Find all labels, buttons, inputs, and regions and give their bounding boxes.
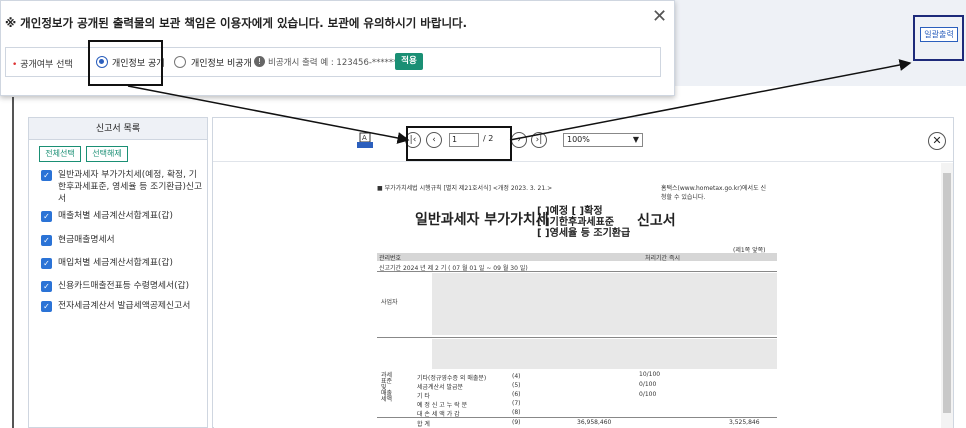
redacted-area (432, 339, 777, 369)
doc-line (377, 337, 777, 338)
document-area: ■ 부가가치세법 시행규칙 [별지 제21호서식] <개정 2023. 3. 2… (214, 163, 953, 428)
doc-total-no: (9) (512, 419, 521, 426)
doc-row-label: 기타(정규영수증 외 매출분) (417, 375, 487, 382)
doc-rate: 0/100 (639, 391, 657, 398)
doc-title-options: [ ]예정 [ ]확정 [ ]기한후과세표준 [ ]영세율 등 조기환급 (537, 206, 631, 239)
list-item[interactable]: ✓ 신용카드매출전표등 수령명세서(갑) (41, 280, 203, 292)
list-item-label: 매입처별 세금계산서합계표(갑) (58, 258, 173, 268)
print-icon[interactable]: A (356, 132, 374, 150)
svg-text:A: A (362, 134, 367, 142)
doc-title: 일반과세자 부가가치세 (415, 212, 549, 228)
list-item[interactable]: ✓ 현금매출명세서 (41, 234, 203, 246)
zoom-value: 100% (567, 135, 590, 144)
highlight-box-bulk-print (913, 15, 964, 61)
doc-business-label: 사업자 (381, 299, 398, 306)
highlight-box-page (406, 126, 512, 161)
report-list-title: 신고서 목록 (29, 118, 207, 140)
doc-line (377, 417, 777, 418)
redacted-area (432, 273, 777, 335)
viewer-toolbar: A |‹ ‹ 1 / 2 › ›| 100% ▼ ✕ (213, 118, 953, 162)
disclosure-label: • 공개여부 선택 (12, 57, 73, 70)
apply-button[interactable]: 적용 (395, 53, 423, 70)
document-viewer: A |‹ ‹ 1 / 2 › ›| 100% ▼ ✕ ■ 부가가치세법 시행규칙 … (212, 117, 954, 428)
checkbox-checked-icon[interactable]: ✓ (41, 281, 52, 292)
list-item-label: 일반과세자 부가가치세(예정, 확정, 기한후과세표준, 영세율 등 조기환급)… (58, 170, 203, 204)
doc-tax-label: 과세 표준 및 매출 세액 (381, 372, 393, 403)
list-item[interactable]: ✓ 일반과세자 부가가치세(예정, 확정, 기한후과세표준, 영세율 등 조기환급… (41, 169, 203, 205)
doc-row-no: (8) (512, 409, 521, 416)
list-item[interactable]: ✓ 매입처별 세금계산서합계표(갑) (41, 257, 203, 269)
required-mark: • (12, 60, 18, 70)
radio-private-label[interactable]: 개인정보 비공개 (191, 56, 252, 69)
checkbox-checked-icon[interactable]: ✓ (41, 258, 52, 269)
close-viewer-icon[interactable]: ✕ (928, 132, 946, 150)
doc-mgmt-no: 관리번호 (379, 255, 402, 262)
last-page-icon[interactable]: ›| (531, 132, 547, 148)
checkbox-checked-icon[interactable]: ✓ (41, 235, 52, 246)
highlight-box-radio (88, 40, 163, 86)
doc-total-label: 합 계 (417, 421, 430, 428)
scrollbar-thumb[interactable] (943, 173, 951, 413)
doc-row-label: 기 타 (417, 393, 430, 400)
doc-rate: 10/100 (639, 371, 661, 378)
list-item-label: 현금매출명세서 (58, 235, 115, 245)
left-edge-divider (12, 97, 14, 428)
doc-row-no: (5) (512, 382, 521, 389)
list-item[interactable]: ✓ 매출처별 세금계산서합계표(갑) (41, 210, 203, 222)
doc-row-label: 세금계산서 발급분 (417, 384, 464, 391)
checkbox-checked-icon[interactable]: ✓ (41, 301, 52, 312)
info-icon: ! (254, 56, 265, 67)
notice-title: ※ 개인정보가 공개된 출력물의 보관 책임은 이용자에게 있습니다. 보관에 … (5, 16, 467, 30)
document-page: ■ 부가가치세법 시행규칙 [별지 제21호서식] <개정 2023. 3. 2… (377, 173, 777, 428)
doc-law-reference: ■ 부가가치세법 시행규칙 [별지 제21호서식] <개정 2023. 3. 2… (377, 185, 553, 192)
doc-line (377, 271, 777, 272)
checkbox-checked-icon[interactable]: ✓ (41, 170, 52, 181)
checkbox-checked-icon[interactable]: ✓ (41, 211, 52, 222)
list-item-label: 신용카드매출전표등 수령명세서(갑) (58, 281, 190, 291)
doc-title-suffix: 신고서 (637, 213, 676, 229)
doc-row-no: (7) (512, 400, 521, 407)
disclosure-label-text: 공개여부 선택 (20, 60, 73, 70)
doc-total-amount: 36,958,460 (577, 419, 612, 426)
report-list-panel: 신고서 목록 전체선택 선택해제 ✓ 일반과세자 부가가치세(예정, 확정, 기한… (28, 117, 208, 428)
chevron-down-icon: ▼ (632, 135, 639, 144)
doc-row-no: (4) (512, 373, 521, 380)
doc-total-tax: 3,525,846 (729, 419, 760, 426)
doc-rate: 0/100 (639, 381, 657, 388)
next-page-icon[interactable]: › (511, 132, 527, 148)
select-all-button[interactable]: 전체선택 (39, 146, 81, 162)
doc-row-label: 예 정 신 고 누 락 분 (417, 402, 468, 409)
doc-header-bar (377, 253, 777, 261)
doc-proc-time: 처리기간 즉시 (645, 255, 681, 262)
list-item-label: 전자세금계산서 발급세액공제신고서 (58, 301, 191, 311)
radio-private[interactable] (174, 56, 186, 68)
zoom-select[interactable]: 100% ▼ (563, 133, 643, 147)
deselect-all-button[interactable]: 선택해제 (86, 146, 128, 162)
list-item[interactable]: ✓ 전자세금계산서 발급세액공제신고서 (41, 300, 203, 312)
close-icon[interactable]: ✕ (652, 6, 667, 27)
doc-hometax-note: 홈택스(www.hometax.go.kr)에서도 신청할 수 있습니다. (661, 185, 767, 201)
info-text: 비공개시 출력 예 : 123456-******* (268, 58, 402, 68)
doc-row-no: (6) (512, 391, 521, 398)
list-item-label: 매출처별 세금계산서합계표(갑) (58, 211, 173, 221)
